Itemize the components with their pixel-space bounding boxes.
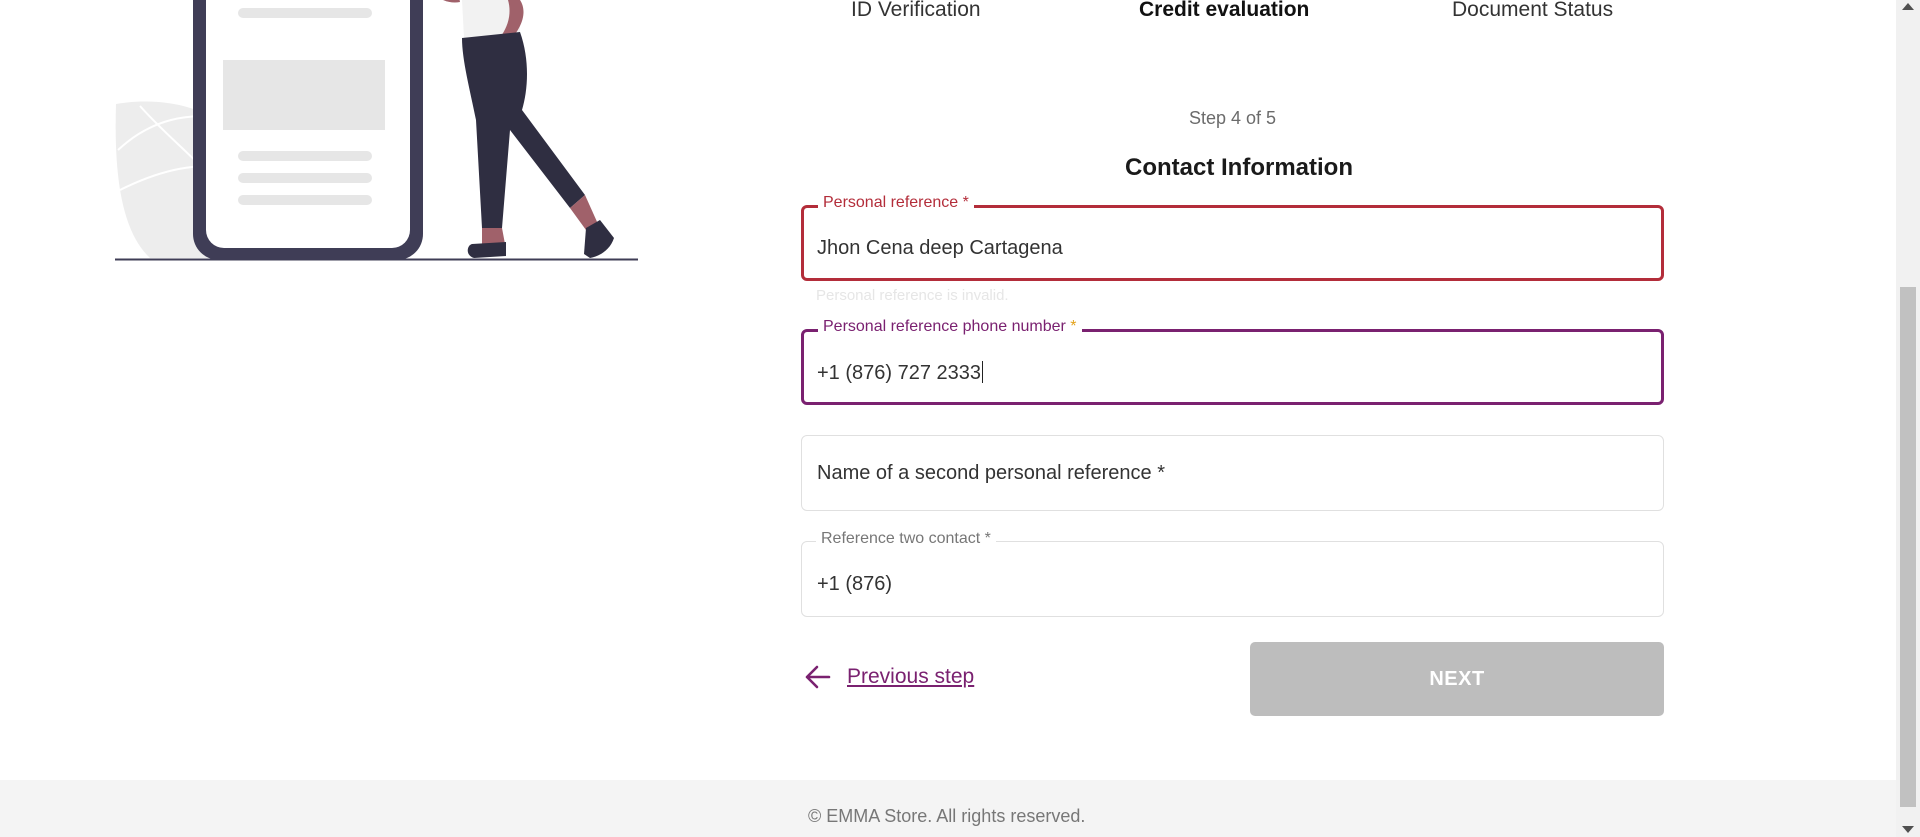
previous-step-link[interactable]: Previous step xyxy=(803,664,974,690)
reference-two-contact-input[interactable]: +1 (876) xyxy=(817,573,892,596)
page-scrollbar[interactable] xyxy=(1896,0,1920,837)
stepper: ID Verification Credit evaluation Docume… xyxy=(800,0,1800,30)
personal-reference-phone-label: Personal reference phone number * xyxy=(818,318,1082,336)
scroll-down-arrow-icon[interactable] xyxy=(1902,826,1914,833)
personal-reference-phone-field[interactable]: Personal reference phone number * +1 (87… xyxy=(801,318,1664,405)
phone-graphic xyxy=(193,0,423,260)
step-tab-id-verification[interactable]: ID Verification xyxy=(851,0,981,22)
personal-reference-field[interactable]: Personal reference * Jhon Cena deep Cart… xyxy=(801,194,1664,281)
personal-reference-input[interactable]: Jhon Cena deep Cartagena xyxy=(817,237,1063,260)
reference-two-contact-field[interactable]: Reference two contact * +1 (876) xyxy=(801,530,1664,617)
scrollbar-thumb[interactable] xyxy=(1900,287,1916,807)
step-counter: Step 4 of 5 xyxy=(1189,108,1277,128)
personal-reference-phone-input[interactable]: +1 (876) 727 2333 xyxy=(817,361,984,385)
personal-reference-error-text: Personal reference is invalid. xyxy=(816,287,1009,304)
second-reference-name-field[interactable]: Name of a second personal reference * xyxy=(801,435,1664,511)
hero-illustration xyxy=(110,0,650,270)
second-reference-name-input[interactable]: Name of a second personal reference * xyxy=(817,462,1165,485)
footer: © EMMA Store. All rights reserved. xyxy=(0,780,1896,837)
next-button[interactable]: NEXT xyxy=(1250,642,1664,716)
scroll-up-arrow-icon[interactable] xyxy=(1902,3,1914,10)
step-tab-document-status[interactable]: Document Status xyxy=(1452,0,1613,22)
personal-reference-label: Personal reference * xyxy=(818,194,974,212)
person-graphic xyxy=(443,0,614,258)
text-caret xyxy=(982,361,984,383)
form-title: Contact Information xyxy=(1125,154,1353,181)
arrow-left-icon xyxy=(805,665,831,689)
copyright-text: © EMMA Store. All rights reserved. xyxy=(808,806,1086,826)
previous-step-label[interactable]: Previous step xyxy=(847,665,974,689)
reference-two-contact-label: Reference two contact * xyxy=(816,530,996,548)
step-tab-credit-evaluation[interactable]: Credit evaluation xyxy=(1139,0,1309,22)
